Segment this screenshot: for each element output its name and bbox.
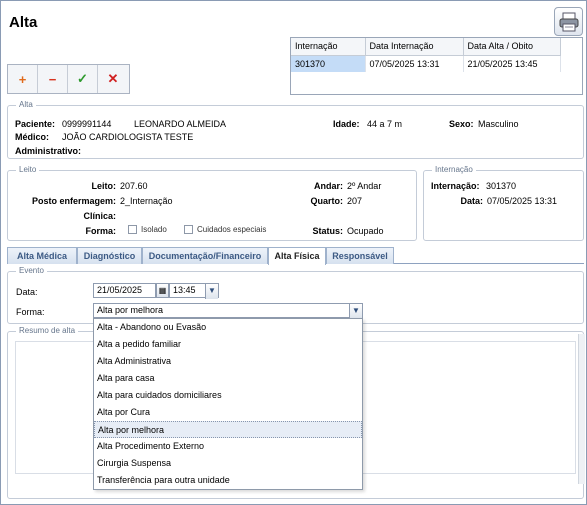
internacao-grid: Internação Data Internação Data Alta / O… (290, 37, 583, 95)
cancel-button[interactable]: ✕ (98, 65, 128, 93)
forma-label: Forma: (85, 226, 116, 236)
alta-window: Alta + − ✓ ✕ Internação Data Internação … (0, 0, 587, 505)
grid-header[interactable]: Data Internação (365, 38, 464, 56)
group-label: Internação (432, 165, 476, 174)
data-input[interactable]: 21/05/2025 (93, 283, 156, 298)
printer-icon (559, 12, 579, 32)
group-label: Evento (16, 266, 47, 275)
idade-label: Idade: (333, 119, 360, 129)
administrativo-label: Administrativo: (15, 146, 82, 156)
internacao-value: 301370 (486, 181, 517, 191)
status-label: Status: (312, 226, 343, 236)
print-button[interactable] (554, 7, 583, 36)
tab-documentacao-financeiro[interactable]: Documentação/Financeiro (142, 247, 268, 264)
table-row[interactable]: 301370 07/05/2025 13:31 21/05/2025 13:45 (291, 55, 561, 72)
tab-bar: Alta Médica Diagnóstico Documentação/Fin… (7, 247, 584, 265)
forma-dropdown[interactable]: Alta - Abandono ou Evasão Alta a pedido … (93, 318, 363, 490)
chevron-down-icon[interactable]: ▼ (205, 284, 218, 299)
cuidados-label: Cuidados especiais (197, 225, 267, 234)
evento-forma-label: Forma: (16, 307, 45, 317)
option-item[interactable]: Alta - Abandono ou Evasão (94, 319, 362, 336)
grid-cell[interactable]: 07/05/2025 13:31 (365, 55, 464, 72)
option-item[interactable]: Alta por Cura (94, 404, 362, 421)
internacao-data-label: Data: (460, 196, 483, 206)
option-item[interactable]: Cirurgia Suspensa (94, 455, 362, 472)
paciente-nome: LEONARDO ALMEIDA (134, 119, 227, 129)
idade-value: 44 a 7 m (367, 119, 403, 129)
quarto-label: Quarto: (310, 196, 344, 206)
group-label: Alta (16, 100, 36, 109)
hora-value: 13:45 (173, 285, 196, 295)
hora-input[interactable]: 13:45 ▼ (169, 283, 219, 299)
grid-header[interactable]: Data Alta / Obito (463, 38, 561, 56)
andar-value: 2º Andar (347, 181, 382, 191)
option-item[interactable]: Alta para casa (94, 370, 362, 387)
group-label: Leito (16, 165, 40, 174)
option-item[interactable]: Transferência para outra unidade (94, 472, 362, 489)
tab-alta-fisica[interactable]: Alta Física (268, 247, 326, 265)
forma-value: Alta por melhora (97, 305, 164, 315)
isolado-checkbox[interactable] (128, 225, 137, 234)
grid-cell[interactable]: 21/05/2025 13:45 (463, 55, 561, 72)
record-toolbar: + − ✓ ✕ (7, 64, 130, 94)
internacao-data-value: 07/05/2025 13:31 (487, 196, 558, 206)
option-item[interactable]: Alta a pedido familiar (94, 336, 362, 353)
option-item[interactable]: Alta para cuidados domiciliares (94, 387, 362, 404)
leito-value: 207.60 (120, 181, 148, 191)
tab-alta-medica[interactable]: Alta Médica (7, 247, 77, 264)
status-value: Ocupado (347, 226, 384, 236)
tab-diagnostico[interactable]: Diagnóstico (77, 247, 142, 264)
grid-cell[interactable]: 301370 (291, 55, 366, 72)
remove-button[interactable]: − (38, 65, 68, 93)
quarto-value: 207 (347, 196, 363, 206)
window-scrollbar[interactable] (578, 334, 585, 484)
calendar-icon[interactable]: ▦ (156, 283, 169, 298)
paciente-id: 0999991144 (62, 119, 112, 129)
option-item[interactable]: Alta Administrativa (94, 353, 362, 370)
medico-value: JOÃO CARDIOLOGISTA TESTE (62, 132, 194, 142)
forma-select[interactable]: Alta por melhora ▼ (93, 303, 363, 319)
medico-label: Médico: (15, 132, 50, 142)
andar-label: Andar: (314, 181, 343, 191)
group-label: Resumo de alta (16, 326, 79, 335)
posto-value: 2_Internação (120, 196, 173, 206)
cuidados-checkbox[interactable] (184, 225, 193, 234)
sexo-value: Masculino (478, 119, 519, 129)
confirm-button[interactable]: ✓ (68, 65, 98, 93)
page-title: Alta (9, 14, 38, 31)
add-button[interactable]: + (8, 65, 38, 93)
grid-header[interactable]: Internação (291, 38, 366, 56)
option-item[interactable]: Alta Procedimento Externo (94, 438, 362, 455)
internacao-label: Internação: (431, 181, 480, 191)
sexo-label: Sexo: (449, 119, 474, 129)
tab-responsavel[interactable]: Responsável (326, 247, 394, 264)
evento-data-label: Data: (16, 287, 38, 297)
chevron-down-icon[interactable]: ▼ (349, 304, 362, 319)
clinica-label: Clínica: (83, 211, 116, 221)
posto-label: Posto enfermagem: (31, 196, 116, 206)
option-item-selected[interactable]: Alta por melhora (94, 421, 362, 438)
paciente-label: Paciente: (15, 119, 56, 129)
isolado-label: Isolado (141, 225, 167, 234)
leito-label: Leito: (91, 181, 117, 191)
